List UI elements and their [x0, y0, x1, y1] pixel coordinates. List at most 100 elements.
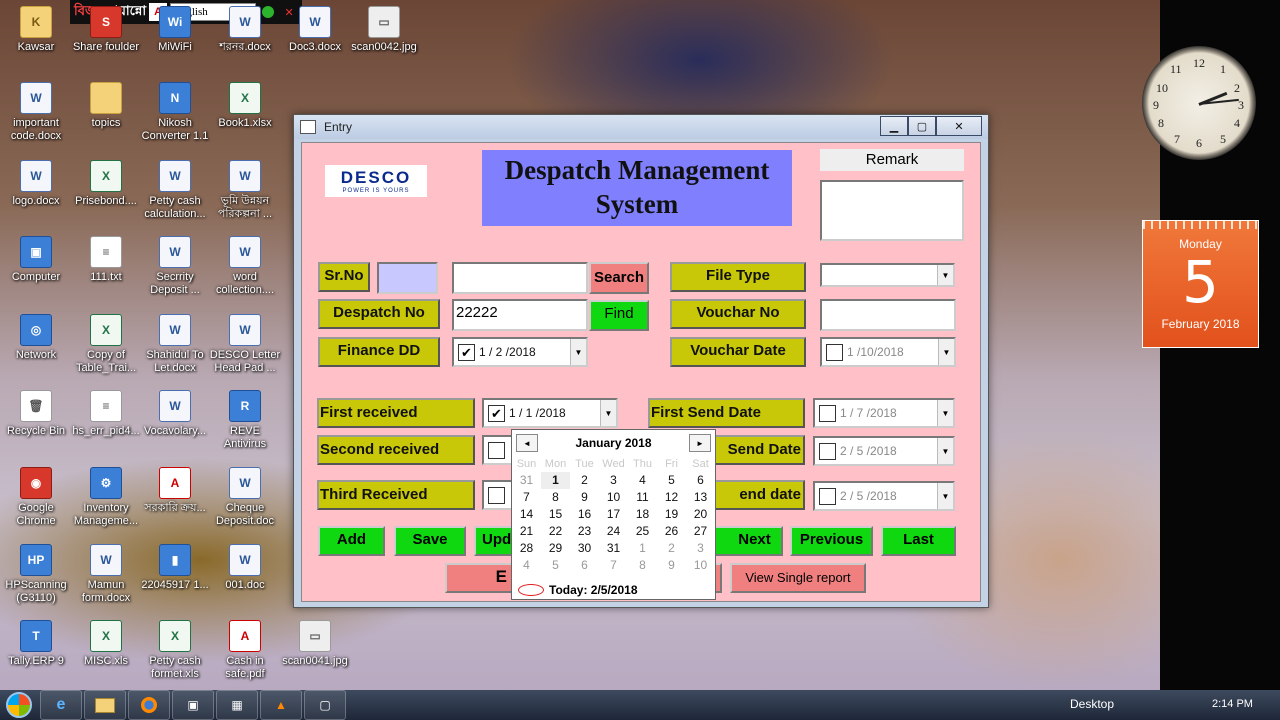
calendar-day[interactable]: 23	[570, 523, 599, 540]
second-received-checkbox[interactable]	[488, 441, 505, 459]
clock-gadget[interactable]: 12 1 2 3 4 5 6 7 8 9 10 11	[1142, 46, 1256, 160]
calendar-day[interactable]: 20	[686, 506, 715, 523]
calendar-day[interactable]: 9	[570, 489, 599, 506]
desktop-icon[interactable]: X Book1.xlsx	[209, 82, 281, 130]
calendar-gadget[interactable]: Monday 5 February 2018	[1142, 220, 1259, 348]
vouchar-date-datepicker[interactable]: 1 /10/2018 ▼	[820, 337, 956, 367]
taskbar-vlc[interactable]: ▲	[260, 690, 302, 720]
calendar-day[interactable]: 1	[628, 540, 657, 557]
desktop-icon[interactable]: X Copy of Table_Trai...	[70, 314, 142, 375]
calendar-day[interactable]: 8	[628, 557, 657, 574]
desktop-icon[interactable]: W Vocavolary...	[139, 390, 211, 438]
close-button[interactable]: ✕	[936, 116, 982, 136]
calendar-day[interactable]: 12	[657, 489, 686, 506]
desktop-icon[interactable]: X Petty cash formet.xls	[139, 620, 211, 681]
chevron-down-icon[interactable]: ▼	[570, 339, 586, 365]
next-month-button[interactable]: ►	[689, 434, 711, 452]
calendar-day[interactable]: 14	[512, 506, 541, 523]
exit-button[interactable]: E	[445, 563, 515, 593]
last-button[interactable]: Last	[881, 526, 956, 556]
calendar-day[interactable]: 31	[599, 540, 628, 557]
desktop-icon[interactable]: X Prisebond....	[70, 160, 142, 208]
today-link[interactable]: Today: 2/5/2018	[518, 583, 638, 597]
calendar-day[interactable]: 4	[628, 472, 657, 489]
calendar-day[interactable]: 15	[541, 506, 570, 523]
start-button[interactable]	[0, 690, 38, 720]
chevron-down-icon[interactable]: ▼	[937, 438, 953, 464]
taskbar-explorer[interactable]	[84, 690, 126, 720]
calendar-day[interactable]: 28	[512, 540, 541, 557]
calendar-day[interactable]: 8	[541, 489, 570, 506]
desktop-icon[interactable]: Wimportant code.docx	[0, 82, 72, 143]
calendar-day[interactable]: 2	[570, 472, 599, 489]
save-button[interactable]: Save	[394, 526, 466, 556]
chevron-down-icon[interactable]: ▼	[938, 339, 954, 365]
desktop-icon[interactable]: topics	[70, 82, 142, 130]
calendar-day[interactable]: 16	[570, 506, 599, 523]
first-send-checkbox[interactable]	[819, 404, 836, 422]
desktop-icon[interactable]: W শরনর.docx	[209, 6, 281, 54]
remark-textarea[interactable]	[820, 180, 964, 241]
finance-dd-checkbox[interactable]: ✔	[458, 343, 475, 361]
next-button[interactable]: Next	[712, 526, 783, 556]
calendar-day[interactable]: 17	[599, 506, 628, 523]
first-received-checkbox[interactable]: ✔	[488, 404, 505, 422]
update-button[interactable]: Upd	[474, 526, 514, 556]
file-type-select[interactable]: ▼	[820, 263, 955, 287]
desktop-icon[interactable]: W DESCO Letter Head Pad ...	[209, 314, 281, 375]
desktop-icon[interactable]: A সরকারি ক্রয়...	[139, 467, 211, 515]
calendar-day[interactable]: 27	[686, 523, 715, 540]
calendar-day[interactable]: 4	[512, 557, 541, 574]
previous-button[interactable]: Previous	[790, 526, 873, 556]
calendar-day[interactable]: 3	[599, 472, 628, 489]
calendar-day[interactable]: 30	[570, 540, 599, 557]
minimize-button[interactable]: ▁	[880, 116, 908, 136]
desktop-icon[interactable]: ◎ Network	[0, 314, 72, 362]
desktop-icon[interactable]: ≡ 111.txt	[70, 236, 142, 284]
desktop-icon[interactable]: Wi MiWiFi	[139, 6, 211, 54]
desktop-icon[interactable]: S Share foulder	[70, 6, 142, 54]
vouchar-no-input[interactable]	[820, 299, 956, 331]
chevron-down-icon[interactable]: ▼	[937, 400, 953, 426]
calendar-day[interactable]: 11	[628, 489, 657, 506]
calendar-day[interactable]: 19	[657, 506, 686, 523]
desktop-icon[interactable]: W ভূমি উন্নয়ন পরিকল্পনা ...	[209, 160, 281, 221]
calendar-day[interactable]: 5	[541, 557, 570, 574]
view-single-report-button[interactable]: View Single report	[730, 563, 866, 593]
vouchar-date-checkbox[interactable]	[826, 343, 843, 361]
desktop-icon[interactable]: N Nikosh Converter 1.1	[139, 82, 211, 143]
desktop-icon[interactable]: W 001.doc	[209, 544, 281, 592]
taskbar-app[interactable]: ▦	[216, 690, 258, 720]
desktop-icon[interactable]: ≡ hs_err_pid4...	[70, 390, 142, 438]
find-button[interactable]: Find	[589, 300, 649, 331]
desktop-icon[interactable]: Wlogo.docx	[0, 160, 72, 208]
desktop-icon[interactable]: ▭ scan0042.jpg	[348, 6, 420, 54]
desktop-icon[interactable]: ◉ Google Chrome	[0, 467, 72, 528]
calendar-day[interactable]: 22	[541, 523, 570, 540]
calendar-day[interactable]: 9	[657, 557, 686, 574]
despatch-no-input[interactable]: 22222	[452, 299, 588, 331]
desktop-icon[interactable]: W Petty cash calculation...	[139, 160, 211, 221]
calendar-day[interactable]: 6	[686, 472, 715, 489]
search-button[interactable]: Search	[589, 262, 649, 294]
calendar-day[interactable]: 26	[657, 523, 686, 540]
window-titlebar[interactable]: Entry ▁ ▢ ✕	[294, 115, 988, 139]
third-send-checkbox[interactable]	[819, 487, 836, 505]
maximize-button[interactable]: ▢	[908, 116, 936, 136]
calendar-day[interactable]: 10	[599, 489, 628, 506]
finance-dd-datepicker[interactable]: ✔ 1 / 2 /2018 ▼	[452, 337, 588, 367]
sr-no-field[interactable]	[377, 262, 438, 294]
calendar-day[interactable]: 21	[512, 523, 541, 540]
desktop-icon[interactable]: ▣ Computer	[0, 236, 72, 284]
clock-time[interactable]: 2:14 PM	[1212, 698, 1253, 710]
calendar-day[interactable]: 5	[657, 472, 686, 489]
desktop-icon[interactable]: HP HPScanning (G3110)	[0, 544, 72, 605]
desktop-icon[interactable]: W Shahidul To Let.docx	[139, 314, 211, 375]
calendar-day[interactable]: 13	[686, 489, 715, 506]
calendar-day[interactable]: 25	[628, 523, 657, 540]
desktop-icon[interactable]: A Cash in safe.pdf	[209, 620, 281, 681]
desktop-icon[interactable]: K Kawsar	[0, 6, 72, 54]
desktop-icon[interactable]: X MISC.xls	[70, 620, 142, 668]
chevron-down-icon[interactable]: ▼	[937, 483, 953, 509]
calendar-day[interactable]: 24	[599, 523, 628, 540]
